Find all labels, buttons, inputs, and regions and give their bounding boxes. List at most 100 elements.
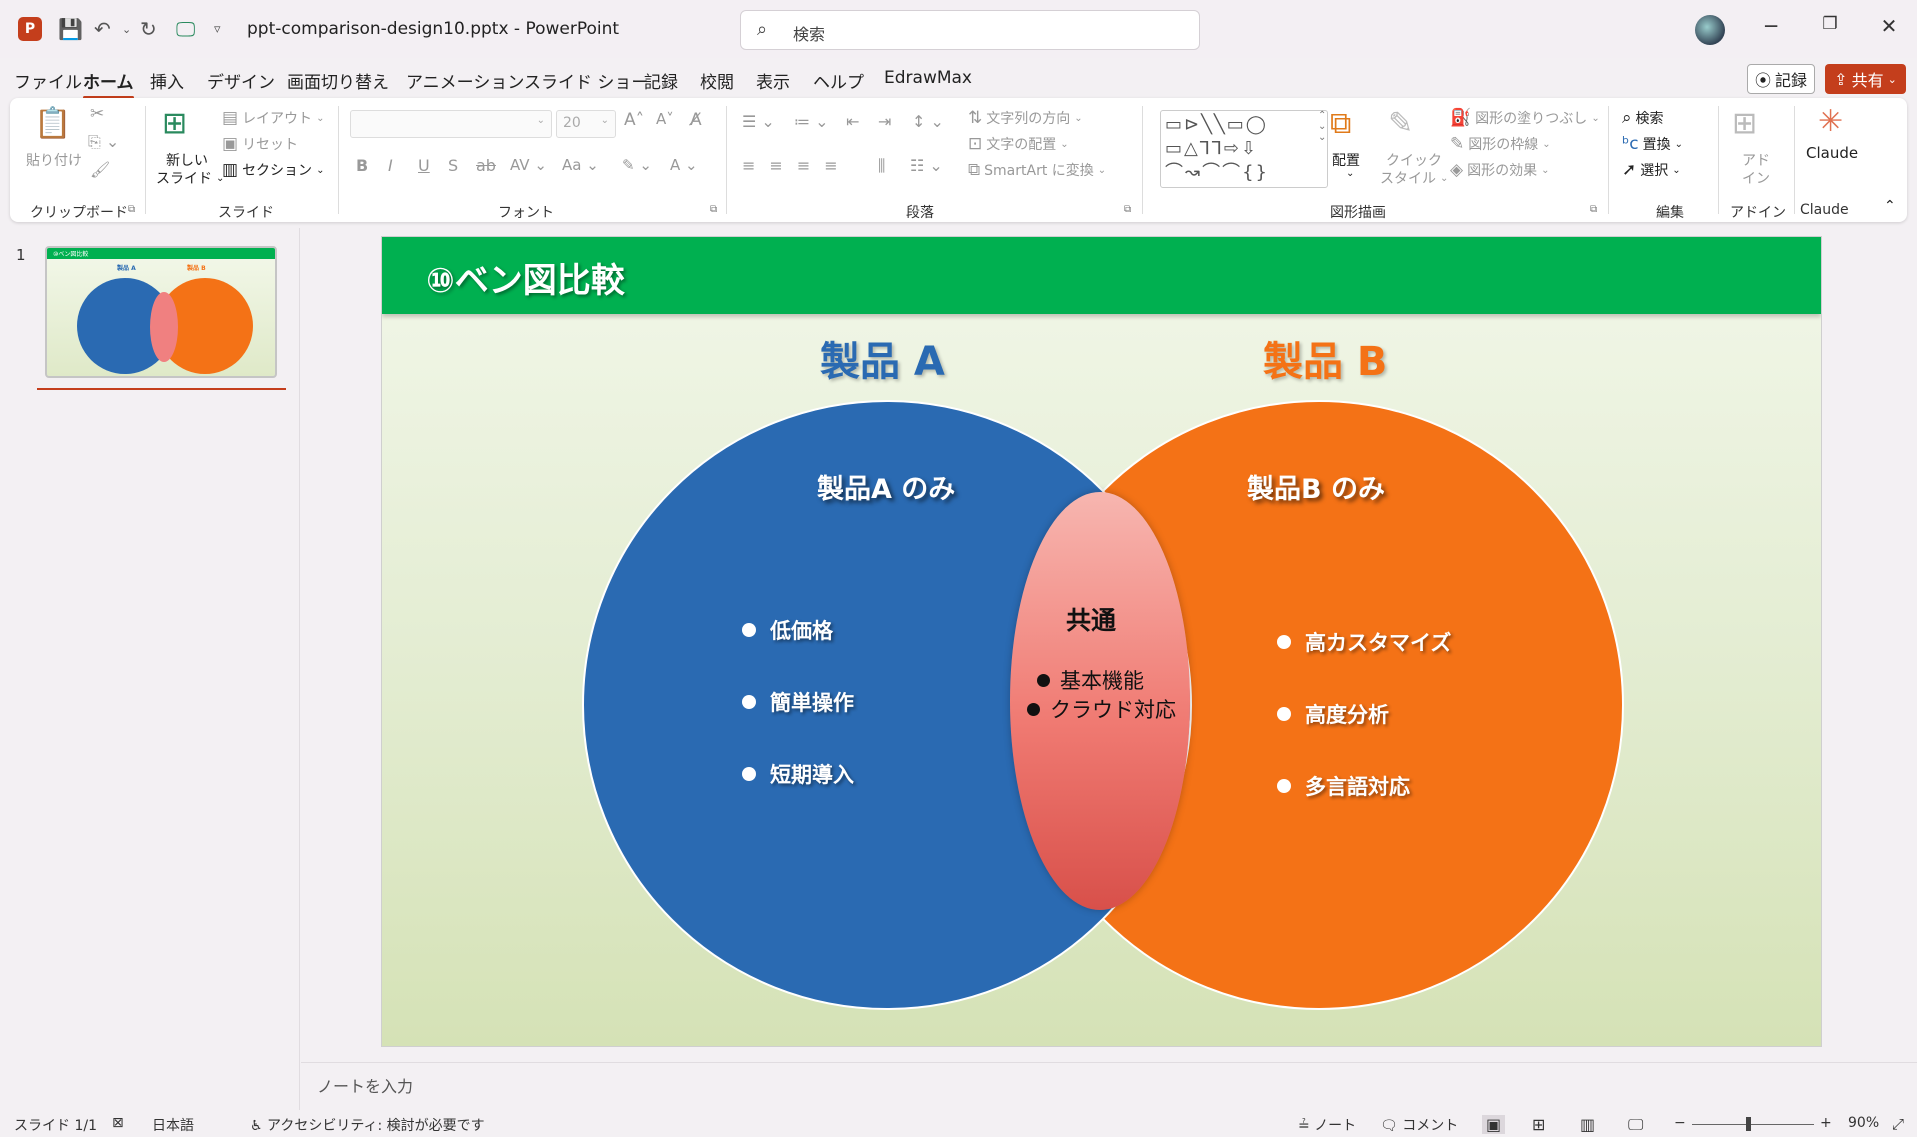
font-size-dropdown[interactable]: 20 ⌄ bbox=[556, 110, 616, 138]
tab-record[interactable]: 記録 bbox=[644, 68, 678, 93]
arrange-label[interactable]: 配置 bbox=[1332, 150, 1360, 170]
cut-icon[interactable]: ✂ bbox=[90, 104, 104, 124]
clipboard-launcher-icon[interactable]: ⧉ bbox=[128, 204, 135, 215]
increase-indent-icon[interactable]: ⇥ bbox=[878, 112, 891, 131]
format-painter-icon[interactable]: 🖌 bbox=[90, 160, 110, 179]
spellcheck-icon[interactable]: ⊠ bbox=[112, 1115, 124, 1131]
zoom-out-icon[interactable]: − bbox=[1674, 1115, 1686, 1131]
clear-format-icon[interactable]: A̸ bbox=[690, 110, 702, 130]
paragraph-launcher-icon[interactable]: ⧉ bbox=[1124, 204, 1131, 215]
alignment-icons[interactable]: ≡≡≡≡ bbox=[742, 156, 852, 175]
tab-home[interactable]: ホーム bbox=[83, 68, 134, 99]
claude-icon[interactable]: ✳ bbox=[1818, 104, 1843, 139]
undo-icon[interactable]: ↶ bbox=[94, 16, 111, 42]
quick-style-icon[interactable]: ✎ bbox=[1388, 106, 1413, 141]
italic-icon[interactable]: I bbox=[388, 156, 393, 175]
reading-view-icon[interactable]: ▥ bbox=[1580, 1115, 1595, 1134]
increase-font-icon[interactable]: A˄ bbox=[624, 110, 644, 130]
section-button[interactable]: ▥ セクション ⌄ bbox=[222, 160, 324, 180]
replace-button[interactable]: ᵇc 置換 ⌄ bbox=[1622, 134, 1683, 154]
undo-dropdown-icon[interactable]: ⌄ bbox=[122, 16, 131, 42]
decrease-font-icon[interactable]: A˅ bbox=[656, 110, 674, 128]
tab-slideshow[interactable]: スライド ショー bbox=[524, 68, 648, 93]
addins-label[interactable]: アド bbox=[1742, 150, 1770, 170]
char-spacing-icon[interactable]: AV ⌄ bbox=[510, 156, 547, 174]
paste-label[interactable]: 貼り付け bbox=[26, 150, 82, 170]
addins-icon[interactable]: ⊞ bbox=[1732, 106, 1757, 141]
shape-effect-button[interactable]: ◈ 図形の効果 ⌄ bbox=[1450, 160, 1549, 180]
new-slide-label-2[interactable]: スライド ⌄ bbox=[156, 168, 224, 188]
shape-fill-button[interactable]: ⛽ 図形の塗りつぶし ⌄ bbox=[1450, 108, 1600, 128]
slideshow-view-icon[interactable]: 🖵 bbox=[1628, 1115, 1643, 1135]
tab-view[interactable]: 表示 bbox=[756, 68, 790, 93]
record-button[interactable]: ⦿ 記録 bbox=[1747, 64, 1815, 94]
paste-icon[interactable]: 📋 bbox=[34, 106, 71, 141]
find-button[interactable]: ⌕ 検索 bbox=[1622, 108, 1664, 128]
tab-design[interactable]: デザイン bbox=[207, 68, 275, 93]
redo-icon[interactable]: ↻ bbox=[140, 16, 157, 42]
font-color-icon[interactable]: A ⌄ bbox=[670, 156, 698, 174]
product-a-title[interactable]: 製品 A bbox=[820, 329, 945, 387]
layout-button[interactable]: ▤ レイアウト ⌄ bbox=[222, 108, 324, 128]
tab-file[interactable]: ファイル bbox=[14, 68, 82, 93]
common-item[interactable]: 基本機能 bbox=[1037, 665, 1144, 695]
a-item[interactable]: 短期導入 bbox=[742, 759, 854, 789]
claude-button[interactable]: Claude bbox=[1806, 144, 1858, 162]
underline-icon[interactable]: U bbox=[418, 156, 430, 175]
decrease-indent-icon[interactable]: ⇤ bbox=[846, 112, 859, 131]
slide-thumbnail-1[interactable]: ⑩ベン図比較 製品 A 製品 B bbox=[45, 246, 277, 378]
line-spacing-icon[interactable]: ↕ ⌄ bbox=[912, 112, 944, 131]
user-avatar[interactable] bbox=[1695, 15, 1725, 45]
tab-animations[interactable]: アニメーション bbox=[406, 68, 524, 93]
zoom-slider-thumb[interactable] bbox=[1746, 1117, 1751, 1131]
restore-icon[interactable]: ❐ bbox=[1815, 14, 1845, 34]
tab-transitions[interactable]: 画面切り替え bbox=[287, 68, 389, 93]
zoom-slider[interactable] bbox=[1692, 1124, 1814, 1125]
customize-toolbar-icon[interactable]: ▿ bbox=[214, 16, 221, 42]
font-launcher-icon[interactable]: ⧉ bbox=[710, 204, 717, 215]
arrange-chevron-icon[interactable]: ⌄ bbox=[1346, 168, 1354, 179]
shape-outline-button[interactable]: ✎ 図形の枠線 ⌄ bbox=[1450, 134, 1551, 154]
normal-view-icon[interactable]: ▣ bbox=[1482, 1115, 1506, 1134]
columns-icon[interactable]: ⫼ bbox=[878, 156, 885, 176]
common-item[interactable]: クラウド対応 bbox=[1027, 694, 1176, 724]
notes-toggle[interactable]: ≟ ノート bbox=[1298, 1115, 1356, 1135]
gallery-scroll-icon[interactable]: ⌃ ⌄ ⌄ bbox=[1318, 110, 1326, 143]
b-item[interactable]: 高カスタマイズ bbox=[1277, 627, 1451, 657]
highlight-icon[interactable]: ✎ ⌄ bbox=[622, 156, 652, 174]
fit-to-window-icon[interactable]: ⤢ bbox=[1892, 1115, 1904, 1133]
bold-icon[interactable]: B bbox=[356, 156, 368, 175]
select-button[interactable]: ➚ 選択 ⌄ bbox=[1622, 160, 1681, 180]
arrange-icon[interactable]: ⧉ bbox=[1330, 106, 1351, 141]
quick-style-label-2[interactable]: スタイル ⌄ bbox=[1380, 168, 1448, 188]
change-case-icon[interactable]: Aa ⌄ bbox=[562, 156, 599, 174]
collapse-ribbon-icon[interactable]: ⌃ bbox=[1884, 198, 1896, 214]
bullets-icon[interactable]: ☰ ⌄ bbox=[742, 112, 775, 131]
search-box[interactable]: ⌕ 検索 bbox=[740, 10, 1200, 50]
tab-edrawmax[interactable]: EdrawMax bbox=[884, 68, 972, 88]
copy-icon[interactable]: ⎘ ⌄ bbox=[88, 132, 119, 152]
share-button[interactable]: ⇪ 共有 ⌄ bbox=[1825, 64, 1906, 94]
new-slide-icon[interactable]: ⊞ bbox=[162, 106, 187, 141]
new-slide-label[interactable]: 新しい bbox=[166, 150, 208, 170]
slide-canvas[interactable]: ⑩ベン図比較 製品 A 製品 B 製品A のみ 製品B のみ 低価格 簡単操作 … bbox=[381, 236, 1822, 1047]
zoom-level[interactable]: 90% bbox=[1848, 1115, 1879, 1131]
slide-sorter-icon[interactable]: ⊞ bbox=[1532, 1115, 1545, 1134]
tab-help[interactable]: ヘルプ bbox=[813, 68, 864, 93]
align-text-button[interactable]: ⊡ 文字の配置 ⌄ bbox=[968, 134, 1069, 154]
notes-pane[interactable]: ノートを入力 bbox=[301, 1062, 1917, 1110]
text-columns-icon[interactable]: ☷ ⌄ bbox=[910, 156, 943, 175]
shape-gallery[interactable]: ▭⊳╲╲▭◯ ▭△⅂⅂⇨⇩ ⌒↝⌒⌒{} bbox=[1160, 110, 1328, 188]
a-item[interactable]: 低価格 bbox=[742, 615, 833, 645]
common-title[interactable]: 共通 bbox=[1066, 601, 1116, 637]
close-icon[interactable]: ✕ bbox=[1874, 14, 1904, 38]
b-only-title[interactable]: 製品B のみ bbox=[1247, 467, 1385, 506]
b-item[interactable]: 多言語対応 bbox=[1277, 771, 1410, 801]
present-from-start-icon[interactable]: 🖵 bbox=[176, 16, 195, 42]
font-name-dropdown[interactable]: ⌄ bbox=[350, 110, 552, 138]
slide-title[interactable]: ⑩ベン図比較 bbox=[426, 253, 625, 302]
language-status[interactable]: 日本語 bbox=[152, 1115, 194, 1135]
minimize-icon[interactable]: ─ bbox=[1756, 14, 1786, 38]
save-icon[interactable]: 💾 bbox=[58, 16, 83, 42]
text-direction-button[interactable]: ⇅ 文字列の方向 ⌄ bbox=[968, 108, 1083, 128]
